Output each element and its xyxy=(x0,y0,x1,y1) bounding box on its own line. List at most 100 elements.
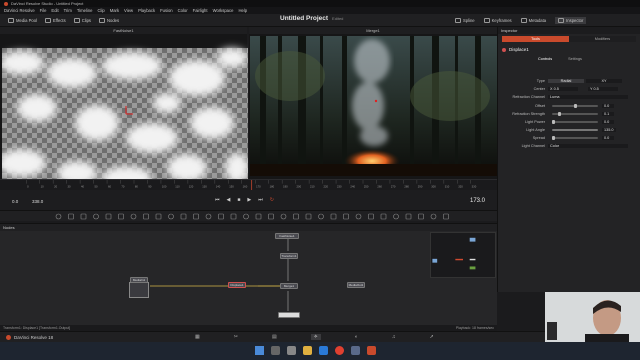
menu-item[interactable]: Color xyxy=(178,8,188,13)
fusion-tool-icon[interactable] xyxy=(405,213,412,220)
loop-icon[interactable]: ↻ xyxy=(270,197,274,203)
fusion-tool-icon[interactable] xyxy=(343,213,349,220)
color-page-icon[interactable]: ◐ xyxy=(355,334,358,340)
menu-item[interactable]: Trim xyxy=(64,8,72,13)
offset-field[interactable]: 0.0 xyxy=(602,104,614,108)
menu-item[interactable]: Clip xyxy=(98,8,105,13)
spread-slider[interactable] xyxy=(552,136,598,140)
fusion-tool-icon[interactable] xyxy=(430,213,437,220)
light-power-slider[interactable] xyxy=(552,120,598,124)
fusion-tool-icon[interactable] xyxy=(180,213,187,220)
edit-page-icon[interactable]: ▤ xyxy=(272,334,277,340)
refraction-strength-slider[interactable] xyxy=(552,112,598,116)
fusion-tool-icon[interactable] xyxy=(218,213,224,220)
fusion-tool-icon[interactable] xyxy=(368,213,374,220)
fusion-tool-icon[interactable] xyxy=(155,213,162,220)
fusion-tool-icon[interactable] xyxy=(55,213,62,220)
fast-noise-node[interactable]: FastNoise1 xyxy=(275,233,299,239)
right-viewer[interactable]: Merge1 xyxy=(249,27,497,179)
fusion-tool-icon[interactable] xyxy=(243,213,249,220)
go-to-end-icon[interactable]: ⏭ xyxy=(258,197,263,203)
menu-item[interactable]: Playback xyxy=(138,8,155,13)
fusion-tool-icon[interactable] xyxy=(143,213,149,220)
menu-item[interactable]: Mark xyxy=(110,8,119,13)
tool-header[interactable]: Displace1 xyxy=(502,47,529,52)
play-reverse-icon[interactable]: ◀ xyxy=(227,197,231,203)
file-explorer-icon[interactable] xyxy=(303,346,312,355)
fusion-tool-icon[interactable] xyxy=(280,213,287,220)
end-frame[interactable]: 338.0 xyxy=(32,199,43,204)
cut-page-icon[interactable]: ✂ xyxy=(234,334,238,340)
stop-icon[interactable]: ■ xyxy=(237,197,240,203)
displace-node[interactable]: Displace1 xyxy=(228,282,246,288)
play-icon[interactable]: ▶ xyxy=(247,197,251,203)
fusion-tool-icon[interactable] xyxy=(105,213,112,220)
refraction-channel-select[interactable]: Luma xyxy=(548,95,628,99)
fusion-tool-icon[interactable] xyxy=(393,213,399,220)
start-frame[interactable]: 0.0 xyxy=(12,199,18,204)
fusion-tool-icon[interactable] xyxy=(255,213,262,220)
menu-item[interactable]: Fusion xyxy=(160,8,173,13)
app-icon[interactable] xyxy=(351,346,360,355)
fusion-tool-icon[interactable] xyxy=(305,213,312,220)
light-angle-field[interactable]: 135.0 xyxy=(602,128,616,132)
menu-item[interactable]: Help xyxy=(238,8,247,13)
type-xy-button[interactable]: XY xyxy=(586,79,622,83)
node-minimap[interactable] xyxy=(430,232,496,278)
time-ruler[interactable]: 0 10 20 30 40 50 60 70 80 90 100 110 120 130 140 150 160… xyxy=(0,179,497,190)
fairlight-page-icon[interactable]: ♫ xyxy=(392,334,396,340)
menu-item[interactable]: View xyxy=(124,8,133,13)
subtab-settings[interactable]: Settings xyxy=(568,57,582,61)
fusion-tool-icon[interactable] xyxy=(380,213,387,220)
light-angle-slider[interactable] xyxy=(552,129,598,131)
fusion-tool-icon[interactable] xyxy=(118,213,124,220)
fusion-tool-icon[interactable] xyxy=(268,213,274,220)
browser-icon[interactable] xyxy=(335,346,344,355)
type-radial-button[interactable]: Radial xyxy=(548,79,584,83)
task-view-icon[interactable] xyxy=(287,346,296,355)
menu-item[interactable]: Edit xyxy=(51,8,58,13)
left-viewer[interactable]: FastNoise1 xyxy=(0,27,248,190)
fusion-tool-icon[interactable] xyxy=(93,213,99,220)
fusion-tool-icon[interactable] xyxy=(193,213,199,220)
keyframes-button[interactable]: Keyframes xyxy=(483,18,512,23)
start-icon[interactable] xyxy=(255,346,264,355)
vscode-icon[interactable] xyxy=(319,346,328,355)
media-in-thumbnail[interactable] xyxy=(129,282,149,298)
search-icon[interactable] xyxy=(271,346,280,355)
menu-item[interactable]: File xyxy=(40,8,47,13)
current-frame[interactable]: 173.0 xyxy=(470,198,485,204)
tab-modifiers[interactable]: Modifiers xyxy=(569,36,636,42)
media-page-icon[interactable]: ▦ xyxy=(195,334,200,340)
resolve-taskbar-icon[interactable] xyxy=(367,346,376,355)
spread-field[interactable]: 0.0 xyxy=(602,136,614,140)
fusion-tool-icon[interactable] xyxy=(318,213,324,220)
go-to-start-icon[interactable]: ⏮ xyxy=(215,197,220,203)
fusion-tool-icon[interactable] xyxy=(130,213,137,220)
nodes-button[interactable]: Nodes xyxy=(99,17,119,23)
center-y-field[interactable]: Y 0.5 xyxy=(588,87,618,91)
media-pool-button[interactable]: Media Pool xyxy=(8,17,37,23)
node-editor[interactable]: Nodes MediaIn1 Displace1 Merge1 Transfor… xyxy=(0,223,497,325)
center-handle-icon[interactable] xyxy=(374,99,378,103)
merge-node[interactable]: Merge1 xyxy=(280,283,298,289)
light-channel-select[interactable]: Color xyxy=(548,144,628,148)
fusion-page-icon[interactable]: ✧ xyxy=(310,334,321,340)
tool-icons[interactable] xyxy=(0,211,497,222)
clips-button[interactable]: Clips xyxy=(73,17,91,23)
subtab-controls[interactable]: Controls xyxy=(538,57,552,61)
inspector-button[interactable]: Inspector xyxy=(555,17,587,24)
light-power-field[interactable]: 0.0 xyxy=(602,120,614,124)
fusion-tool-icon[interactable] xyxy=(68,213,74,220)
fusion-tool-icon[interactable] xyxy=(330,213,337,220)
spline-button[interactable]: Spline xyxy=(455,18,475,23)
center-x-field[interactable]: X 0.5 xyxy=(548,87,578,91)
fusion-tool-icon[interactable] xyxy=(418,213,424,220)
fusion-tool-icon[interactable] xyxy=(293,213,299,220)
transform-node[interactable]: Transform1 xyxy=(280,253,298,259)
menu-item[interactable]: Workspace xyxy=(213,8,234,13)
metadata-button[interactable]: Metadata xyxy=(520,18,546,23)
menu-item[interactable]: DaVinci Resolve xyxy=(4,8,35,13)
media-in-node[interactable]: MediaIn1 xyxy=(130,277,148,283)
menu-item[interactable]: Fairlight xyxy=(193,8,208,13)
